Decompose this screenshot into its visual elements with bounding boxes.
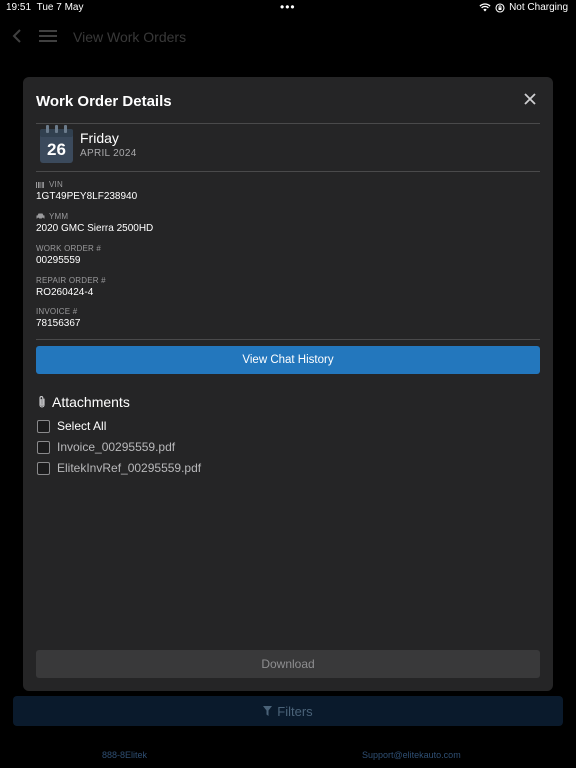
select-all-label: Select All xyxy=(57,419,107,433)
back-chevron-icon xyxy=(12,29,21,43)
orientation-lock-icon xyxy=(495,2,505,13)
select-all-checkbox[interactable] xyxy=(37,419,50,433)
divider xyxy=(36,123,540,124)
repair-order-label: REPAIR ORDER # xyxy=(36,276,106,285)
attachment-row[interactable]: ElitekInvRef_00295559.pdf xyxy=(37,461,201,475)
ymm-value: 2020 GMC Sierra 2500HD xyxy=(36,223,154,234)
view-chat-history-button[interactable]: View Chat History xyxy=(36,346,540,374)
invoice-label: INVOICE # xyxy=(36,307,78,316)
background-header: View Work Orders xyxy=(0,24,576,52)
work-order-value: 00295559 xyxy=(36,255,81,266)
attachment-checkbox[interactable] xyxy=(37,440,50,454)
select-all-checkbox-row[interactable]: Select All xyxy=(37,419,106,433)
background-filters-button: Filters xyxy=(13,696,563,726)
car-icon xyxy=(36,213,45,220)
vin-value: 1GT49PEY8LF238940 xyxy=(36,191,138,202)
attachment-file-name: Invoice_00295559.pdf xyxy=(57,440,176,454)
ymm-label: YMM xyxy=(36,212,68,221)
divider xyxy=(36,339,540,340)
attachments-heading: Attachments xyxy=(37,394,130,410)
divider xyxy=(36,171,540,172)
download-button[interactable]: Download xyxy=(36,650,540,678)
close-icon[interactable] xyxy=(522,91,538,107)
multitasking-dots[interactable]: ••• xyxy=(280,0,296,14)
barcode-icon xyxy=(36,181,44,188)
weekday: Friday xyxy=(80,130,119,146)
modal-title: Work Order Details xyxy=(36,93,172,110)
paperclip-icon xyxy=(39,396,45,408)
month-year: APRIL 2024 xyxy=(80,148,137,159)
battery-status: Not Charging xyxy=(509,2,568,13)
background-page-title: View Work Orders xyxy=(73,29,187,45)
attachment-file-name: ElitekInvRef_00295559.pdf xyxy=(57,461,202,475)
work-order-details-modal: Work Order Details 26 Friday APRIL 2024 … xyxy=(23,77,553,691)
work-order-label: WORK ORDER # xyxy=(36,244,102,253)
status-bar: 19:51 Tue 7 May ••• Not Charging xyxy=(0,0,576,16)
status-time: 19:51 Tue 7 May xyxy=(6,2,84,13)
vin-label: VIN xyxy=(36,180,63,189)
hamburger-menu-icon xyxy=(39,30,57,42)
wifi-icon xyxy=(479,3,491,12)
background-footer-phone: 888-8Elitek xyxy=(102,750,148,760)
calendar-day-number: 26 xyxy=(47,140,66,159)
invoice-value: 78156367 xyxy=(36,318,81,329)
attachment-checkbox[interactable] xyxy=(37,461,50,475)
repair-order-value: RO260424-4 xyxy=(36,287,94,298)
filter-icon xyxy=(263,706,273,716)
status-indicators: Not Charging xyxy=(479,2,568,13)
attachment-row[interactable]: Invoice_00295559.pdf xyxy=(37,440,175,454)
background-footer-email: Support@elitekauto.com xyxy=(362,750,461,760)
